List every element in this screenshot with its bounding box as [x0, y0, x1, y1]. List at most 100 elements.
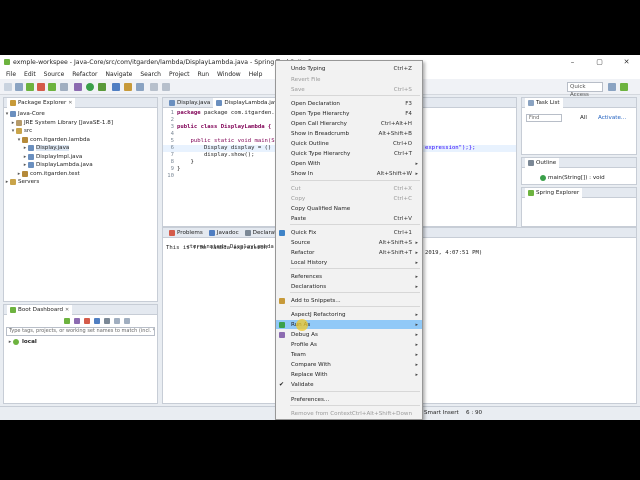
submenu-arrow-icon: ▸ [415, 283, 418, 290]
menu-item-quick-outline[interactable]: Quick Outline Ctrl+O [276, 139, 422, 148]
tab-outline[interactable]: Outline [525, 157, 560, 168]
menu-item-debug-as[interactable]: Debug As ▸ [276, 330, 422, 339]
menu-item-label: Show In [291, 170, 314, 177]
menu-item-open-call-hierarchy[interactable]: Open Call Hierarchy Ctrl+Alt+H [276, 119, 422, 128]
stop-icon[interactable] [37, 83, 45, 91]
menu-item-open-with[interactable]: Open With ▸ [276, 159, 422, 168]
task-all-link[interactable]: All [580, 115, 587, 121]
coverage-icon[interactable] [98, 83, 106, 91]
tree-item-file[interactable]: ▸ DisplayImpl.java [4, 153, 157, 162]
relaunch-icon[interactable] [48, 83, 56, 91]
menu-item-shortcut: Ctrl+Alt+H [380, 120, 412, 127]
menu-search[interactable]: Search [140, 71, 161, 78]
minimize-button[interactable]: – [559, 55, 586, 69]
menu-item-quick-fix[interactable]: Quick Fix Ctrl+1 [276, 228, 422, 237]
menu-item-refactor[interactable]: Refactor Alt+Shift+T ▸ [276, 248, 422, 257]
menu-navigate[interactable]: Navigate [105, 71, 132, 78]
tab-task-list[interactable]: Task List [525, 97, 563, 108]
maximize-button[interactable]: ▢ [586, 55, 613, 69]
boot-filter-input[interactable]: Type tags, projects, or working set name… [6, 327, 155, 336]
tree-item-src[interactable]: ▾ src [4, 127, 157, 136]
tree-item-file[interactable]: ▸ Display.java [4, 144, 157, 153]
filter-icon[interactable] [124, 318, 130, 324]
tree-item-package[interactable]: ▾ com.itgarden.lambda [4, 136, 157, 145]
submenu-arrow-icon: ▸ [415, 341, 418, 348]
debug-icon[interactable] [74, 318, 80, 324]
tab-spring-explorer[interactable]: Spring Explorer [525, 187, 583, 198]
start-icon[interactable] [64, 318, 70, 324]
close-icon[interactable]: ✕ [65, 307, 69, 313]
forward-icon[interactable] [162, 83, 170, 91]
menu-item-local-history[interactable]: Local History ▸ [276, 258, 422, 267]
boot-local-item[interactable]: ▸ local [4, 338, 157, 347]
run-icon[interactable] [86, 83, 94, 91]
open-type-icon[interactable] [124, 83, 132, 91]
new-icon[interactable] [4, 83, 12, 91]
menu-item-label: Refactor [291, 249, 315, 256]
boot-local-label: local [22, 339, 37, 346]
new-class-icon[interactable] [112, 83, 120, 91]
menu-item-team[interactable]: Team ▸ [276, 350, 422, 359]
menu-item-preferences[interactable]: Preferences... [276, 395, 422, 404]
menu-item-show-in[interactable]: Show In Alt+Shift+W ▸ [276, 169, 422, 178]
menu-source[interactable]: Source [44, 71, 65, 78]
tab-problems[interactable]: Problems [166, 228, 206, 238]
menu-item-compare-with[interactable]: Compare With ▸ [276, 360, 422, 369]
debug-icon[interactable] [74, 83, 82, 91]
menu-project[interactable]: Project [169, 71, 190, 78]
tree-item-package[interactable]: ▸ com.itgarden.test [4, 170, 157, 179]
tab-display-java[interactable]: Display.java [166, 98, 213, 108]
menu-run[interactable]: Run [198, 71, 210, 78]
tab-boot-dashboard[interactable]: Boot Dashboard ✕ [7, 304, 73, 315]
menu-item-quick-type-hierarchy[interactable]: Quick Type Hierarchy Ctrl+T [276, 149, 422, 158]
menu-item-copy-qualified-name[interactable]: Copy Qualified Name [276, 204, 422, 213]
console-icon[interactable] [104, 318, 110, 324]
tab-package-explorer[interactable]: Package Explorer ✕ [7, 97, 76, 108]
menu-item-replace-with[interactable]: Replace With ▸ [276, 370, 422, 379]
menu-item-show-in-breadcrumb[interactable]: Show in Breadcrumb Alt+Shift+B [276, 129, 422, 138]
perspective-spring-icon[interactable] [620, 83, 628, 91]
close-icon[interactable]: ✕ [68, 100, 72, 106]
menu-item-paste[interactable]: Paste Ctrl+V [276, 214, 422, 223]
tab-javadoc[interactable]: Javadoc [206, 228, 242, 238]
tree-item-jre[interactable]: ▸ JRE System Library [JavaSE-1.8] [4, 119, 157, 128]
task-activate-link[interactable]: Activate... [598, 115, 626, 121]
menu-item-profile-as[interactable]: Profile As ▸ [276, 340, 422, 349]
open-browser-icon[interactable] [94, 318, 100, 324]
menu-item-source[interactable]: Source Alt+Shift+S ▸ [276, 238, 422, 247]
menu-item-references[interactable]: References ▸ [276, 272, 422, 281]
menu-window[interactable]: Window [217, 71, 241, 78]
menu-item-aspectj-refactoring[interactable]: AspectJ Refactoring ▸ [276, 310, 422, 319]
perspective-java-icon[interactable] [608, 83, 616, 91]
menu-item-open-type-hierarchy[interactable]: Open Type Hierarchy F4 [276, 109, 422, 118]
quick-access-input[interactable]: Quick Access [567, 82, 603, 98]
task-find-input[interactable]: Find [526, 114, 562, 122]
task-list-tab-bar: Task List [522, 97, 636, 108]
menu-edit[interactable]: Edit [24, 71, 36, 78]
menu-item-undo-typing[interactable]: Undo Typing Ctrl+Z [276, 64, 422, 73]
tree-item-project[interactable]: ▾ Java-Core [4, 110, 157, 119]
search-icon[interactable] [136, 83, 144, 91]
menu-file[interactable]: File [6, 71, 16, 78]
menu-item-declarations[interactable]: Declarations ▸ [276, 282, 422, 291]
settings-icon[interactable] [114, 318, 120, 324]
close-button[interactable]: ✕ [613, 55, 640, 69]
menu-item-add-to-snippets[interactable]: Add to Snippets... [276, 296, 422, 305]
server-icon[interactable] [60, 83, 68, 91]
source-folder-icon [16, 128, 22, 135]
stop-icon[interactable] [84, 318, 90, 324]
outline-item[interactable]: main(String[]) : void [522, 174, 636, 183]
tree-item-servers[interactable]: ▸ Servers [4, 178, 157, 187]
menu-help[interactable]: Help [249, 71, 263, 78]
menu-item-save: Save Ctrl+S [276, 85, 422, 94]
menu-item-validate[interactable]: ✔ Validate [276, 380, 422, 389]
method-icon [540, 175, 546, 182]
tree-item-file[interactable]: ▸ DisplayLambda.java [4, 161, 157, 170]
tab-display-lambda-java[interactable]: DisplayLambda.java [213, 97, 284, 108]
submenu-arrow-icon: ▸ [415, 311, 418, 318]
save-icon[interactable] [15, 83, 23, 91]
menu-item-open-declaration[interactable]: Open Declaration F3 [276, 99, 422, 108]
spring-boot-icon[interactable] [26, 83, 34, 91]
back-icon[interactable] [150, 83, 158, 91]
menu-refactor[interactable]: Refactor [72, 71, 97, 78]
